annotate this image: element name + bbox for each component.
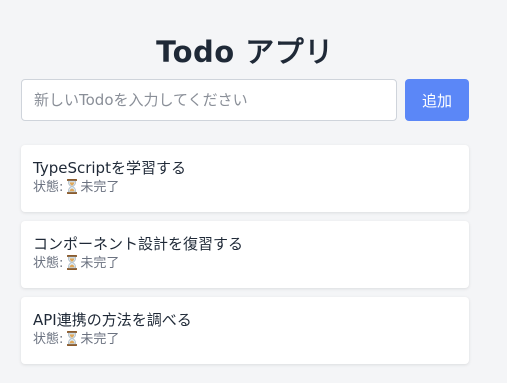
status-label: 未完了 <box>80 180 120 195</box>
add-button[interactable]: 追加 <box>405 79 469 121</box>
todo-status: 状態: 未完了 <box>33 179 457 197</box>
hourglass-icon <box>67 179 78 194</box>
todo-input-row: 追加 <box>21 79 469 121</box>
todo-title: TypeScriptを学習する <box>33 159 186 177</box>
hourglass-icon <box>67 331 78 346</box>
todo-list: TypeScriptを学習する 状態: 未完了 コンポーネント設計を復習する 状態… <box>21 145 469 373</box>
todo-item: TypeScriptを学習する 状態: 未完了 <box>21 145 469 212</box>
status-prefix: 状態: <box>33 256 64 271</box>
page-title: Todo アプリ <box>156 35 334 70</box>
status-label: 未完了 <box>80 332 120 347</box>
todo-status: 状態: 未完了 <box>33 331 457 349</box>
status-label: 未完了 <box>80 256 120 271</box>
todo-status: 状態: 未完了 <box>33 255 457 273</box>
todo-input[interactable] <box>21 79 397 121</box>
hourglass-icon <box>67 255 78 270</box>
status-prefix: 状態: <box>33 332 64 347</box>
todo-item: コンポーネント設計を復習する 状態: 未完了 <box>21 221 469 288</box>
todo-title: コンポーネント設計を復習する <box>33 235 244 253</box>
status-prefix: 状態: <box>33 180 64 195</box>
todo-item: API連携の方法を調べる 状態: 未完了 <box>21 297 469 364</box>
todo-title: API連携の方法を調べる <box>33 311 192 329</box>
